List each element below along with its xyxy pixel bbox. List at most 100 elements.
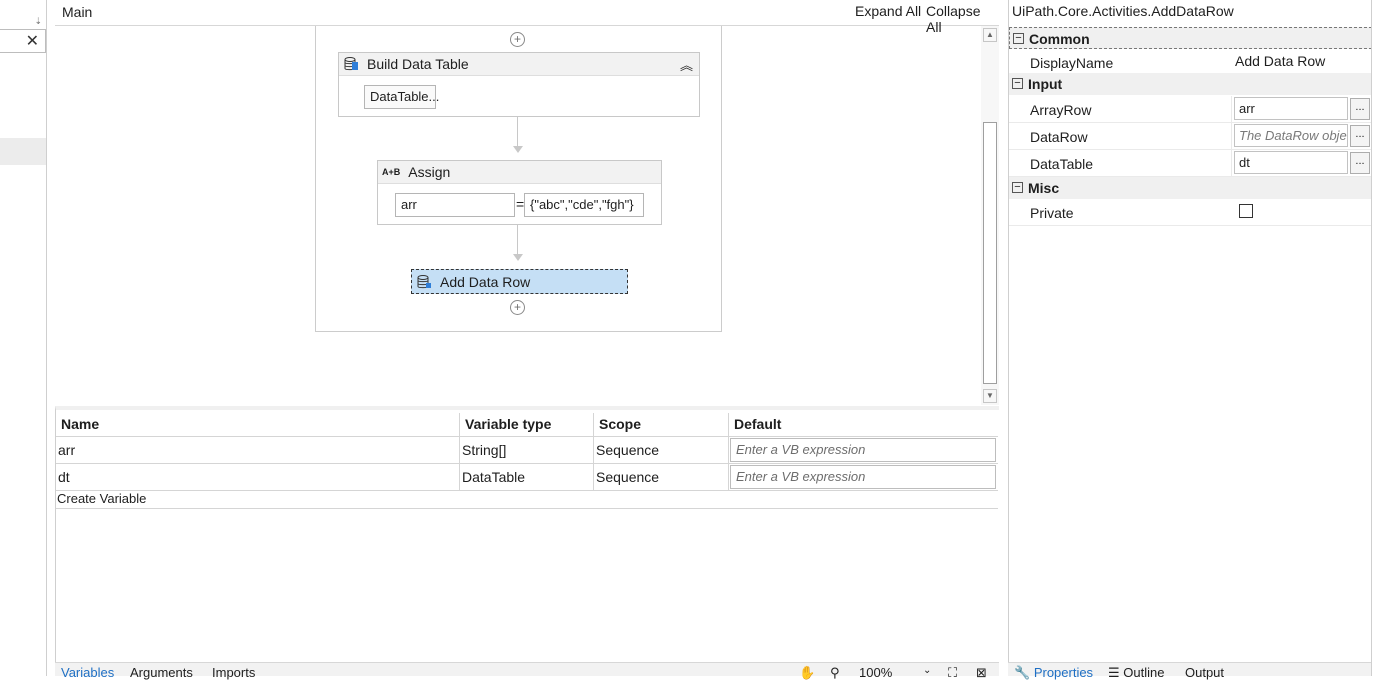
tab-label: Outline [1123, 665, 1165, 680]
search-input[interactable]: ✕ [0, 29, 46, 53]
overview-icon[interactable]: ⊠ [976, 665, 987, 681]
create-variable-row[interactable]: Create Variable [56, 491, 998, 509]
property-private[interactable]: Private [1009, 199, 1372, 226]
property-datatable[interactable]: DataTable dt ... [1009, 150, 1372, 177]
selected-tree-item[interactable] [0, 138, 46, 165]
category-common[interactable]: − Common [1009, 27, 1372, 49]
datarow-ellipsis-button[interactable]: ... [1350, 125, 1370, 147]
displayname-value[interactable]: Add Data Row [1235, 53, 1325, 69]
tab-imports[interactable]: Imports [212, 665, 255, 680]
tab-output[interactable]: Output [1185, 665, 1224, 680]
collapse-icon[interactable]: − [1012, 78, 1023, 89]
datatable-ellipsis-button[interactable]: ... [1350, 152, 1370, 174]
category-misc[interactable]: − Misc [1009, 177, 1372, 199]
pan-icon[interactable]: ✋ [799, 665, 815, 681]
connector-line [517, 117, 518, 147]
header-scope[interactable]: Scope [594, 413, 729, 437]
variable-name[interactable]: dt [56, 464, 460, 490]
collapse-icon[interactable]: − [1013, 33, 1024, 44]
property-label: DisplayName [1030, 55, 1114, 71]
connector-arrow [513, 146, 523, 153]
category-label: Input [1028, 76, 1063, 92]
datatable-button[interactable]: DataTable... [364, 85, 439, 109]
scroll-up-icon[interactable]: ▲ [983, 28, 997, 42]
tab-variables[interactable]: Variables [61, 665, 114, 680]
assign-icon: A+B [382, 167, 401, 177]
add-activity-icon[interactable]: + [510, 32, 525, 47]
collapse-icon[interactable]: − [1012, 182, 1023, 193]
database-icon [344, 57, 358, 71]
property-value-cell: dt [1231, 150, 1349, 176]
properties-panel: UiPath.Core.Activities.AddDataRow − Comm… [1008, 0, 1372, 676]
close-icon[interactable]: ✕ [26, 31, 39, 51]
variable-scope[interactable]: Sequence [594, 437, 729, 463]
right-dock-edge [1371, 0, 1380, 676]
zoom-level-select[interactable]: 100% [859, 665, 892, 680]
variable-name[interactable]: arr [56, 437, 460, 463]
designer-header: Main Expand All Collapse All [55, 0, 999, 35]
connector-line [517, 225, 518, 255]
property-label: DataRow [1030, 129, 1088, 145]
chevron-down-icon[interactable]: ⌄ [923, 665, 931, 676]
panel-grip-icon[interactable]: ⇣ [34, 16, 42, 27]
add-activity-icon[interactable]: + [510, 300, 525, 315]
tab-arguments[interactable]: Arguments [130, 665, 193, 680]
table-row[interactable]: dt DataTable Sequence Enter a VB express… [56, 464, 998, 491]
assign-activity[interactable]: A+B Assign arr = {"abc","cde","fgh"} [377, 160, 662, 225]
category-label: Common [1029, 31, 1090, 47]
database-icon [417, 274, 431, 288]
category-input[interactable]: − Input [1009, 73, 1372, 95]
tab-label: Properties [1033, 665, 1094, 680]
header-default[interactable]: Default [729, 413, 998, 437]
scroll-down-icon[interactable]: ▼ [983, 389, 997, 403]
variable-type[interactable]: String[] [460, 437, 594, 463]
collapse-activity-icon[interactable]: ︽ [680, 55, 693, 74]
zoom-icon[interactable]: ⚲ [830, 665, 840, 681]
outline-icon: ☰ [1108, 665, 1120, 680]
property-displayname[interactable]: DisplayName Add Data Row [1009, 49, 1372, 76]
private-checkbox[interactable] [1239, 204, 1253, 218]
left-panel: ⇣ ✕ [0, 0, 47, 676]
variable-type[interactable]: DataTable [460, 464, 594, 490]
breadcrumb[interactable]: Main [62, 4, 92, 20]
variable-scope[interactable]: Sequence [594, 464, 729, 490]
sequence-container: + Build Data Table ︽ DataTable... A+B As… [315, 26, 722, 332]
tab-properties[interactable]: 🔧 Properties [1014, 665, 1093, 681]
property-value-cell: The DataRow obje [1231, 123, 1349, 149]
wrench-icon: 🔧 [1014, 665, 1031, 680]
tab-outline[interactable]: ☰ Outline [1108, 665, 1164, 681]
activity-title: Assign [408, 164, 451, 180]
create-variable-link[interactable]: Create Variable [57, 491, 146, 506]
add-data-row-activity[interactable]: Add Data Row [411, 269, 628, 294]
variable-default-input[interactable]: Enter a VB expression [730, 465, 996, 489]
variable-default-input[interactable]: Enter a VB expression [730, 438, 996, 462]
assign-to-input[interactable]: arr [395, 193, 515, 217]
assign-value-input[interactable]: {"abc","cde","fgh"} [524, 193, 644, 217]
expand-all-button[interactable]: Expand All [855, 3, 921, 19]
fit-to-screen-icon[interactable]: ⛶ [948, 665, 957, 681]
equals-sign: = [516, 196, 525, 212]
workflow-designer: Main Expand All Collapse All + Build Dat… [55, 0, 999, 405]
property-label: ArrayRow [1030, 102, 1092, 118]
arrayrow-ellipsis-button[interactable]: ... [1350, 98, 1370, 120]
activity-header: A+B Assign [378, 161, 661, 184]
designer-status-bar: Variables Arguments Imports ✋ ⚲ 100% ⌄ ⛶… [55, 662, 999, 680]
property-datarow[interactable]: DataRow The DataRow obje ... [1009, 123, 1372, 150]
scrollbar-thumb[interactable] [983, 122, 997, 384]
property-label: Private [1030, 205, 1074, 221]
properties-title: UiPath.Core.Activities.AddDataRow [1012, 3, 1234, 19]
header-name[interactable]: Name [56, 413, 460, 437]
build-data-table-activity[interactable]: Build Data Table ︽ DataTable... [338, 52, 700, 117]
arrayrow-input[interactable]: arr [1234, 97, 1348, 120]
property-value-cell: arr [1231, 96, 1349, 122]
connector-arrow [513, 254, 523, 261]
datatable-input[interactable]: dt [1234, 151, 1348, 174]
activity-header: Build Data Table ︽ [339, 53, 699, 76]
vertical-scrollbar[interactable]: ▲ ▼ [981, 26, 999, 405]
variables-table-header: Name Variable type Scope Default [56, 413, 998, 437]
datarow-input[interactable]: The DataRow obje [1234, 124, 1348, 147]
header-variable-type[interactable]: Variable type [460, 413, 594, 437]
table-row[interactable]: arr String[] Sequence Enter a VB express… [56, 437, 998, 464]
variables-panel: Name Variable type Scope Default arr Str… [55, 406, 999, 662]
property-arrayrow[interactable]: ArrayRow arr ... [1009, 96, 1372, 123]
